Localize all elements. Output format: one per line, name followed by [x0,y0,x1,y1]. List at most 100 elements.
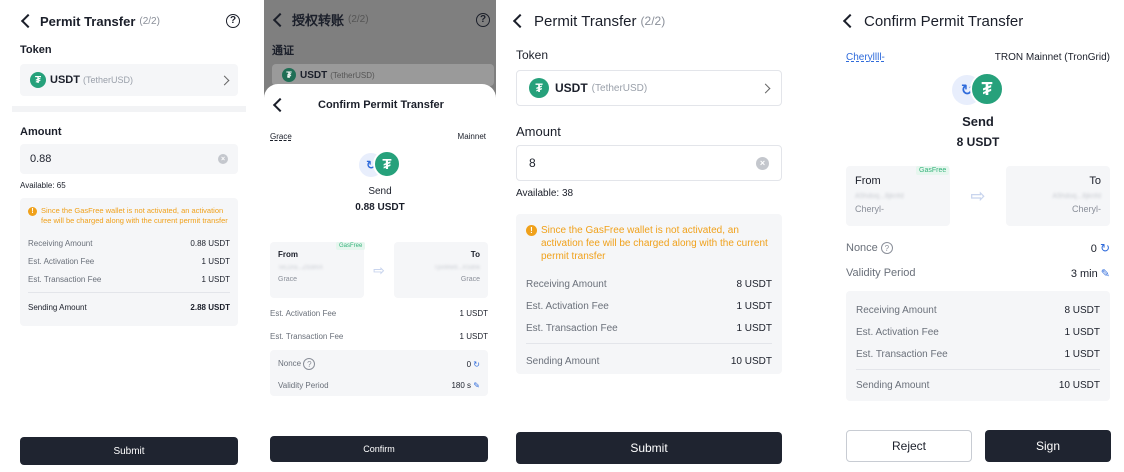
panel-confirm-sheet: 授权转账 (2/2) ? 通证 ₮ USDT (TetherUSD) Confi… [264,0,496,472]
to-card: To TpxWw9...XSdnk Grace [393,242,488,298]
amount-label: Amount [516,124,561,139]
submit-button[interactable]: Submit [516,432,782,464]
help-icon[interactable]: ? [880,242,893,255]
tether-icon: ₮ [30,72,46,88]
from-card: From A5hdoq...8jknfd Cheryl- [846,166,950,226]
validity-row: Validity Period 180 s ✎ [278,376,480,394]
arrow-right-icon: ⇨ [373,261,385,278]
help-icon: ? [476,12,490,27]
step-indicator: (2/2) [348,14,369,25]
fee-row: Est. Transaction Fee 1 USDT [856,348,1100,360]
amount-value: 8 [529,156,536,170]
page-title: 授权转账 [292,13,345,28]
to-address: A5hdoq...8jknfd [1052,193,1101,200]
amount-input[interactable]: 0.88 × [20,144,238,174]
edit-icon[interactable]: ✎ [1101,268,1110,280]
tether-icon: ₮ [282,68,296,82]
fee-row: Est. Transaction Fee 1 USDT [28,274,230,284]
back-icon[interactable] [840,12,858,30]
to-card: To A5hdoq...8jknfd Cheryl- [1006,166,1110,226]
token-label: Token [516,48,549,62]
tether-icon: ₮ [529,78,549,98]
from-address: TeLDra...ZfzdmX [278,265,324,271]
panel-permit-transfer-small: Permit Transfer (2/2) ? Token ₮ USDT (Te… [12,0,246,472]
amount-input[interactable]: 8 × [516,145,782,181]
submit-button[interactable]: Submit [20,437,238,465]
help-icon[interactable]: ? [226,14,240,28]
fee-row: Receiving Amount 8 USDT [526,278,772,290]
refresh-icon[interactable]: ↻ [1100,241,1110,255]
panel-permit-transfer-large: Permit Transfer (2/2) Token ₮ USDT (Teth… [508,0,790,472]
reject-button[interactable]: Reject [846,430,972,462]
fee-summary: Receiving Amount 8 USDT Est. Activation F… [846,291,1110,401]
gasfree-badge: GasFree [916,166,950,175]
from-label: From [278,250,298,259]
fee-summary: ! Since the GasFree wallet is not activa… [516,214,782,374]
back-icon[interactable] [18,12,36,30]
send-amount: 8 USDT [956,135,1000,149]
token-name: (TetherUSD) [82,75,133,85]
fee-summary: ! Since the GasFree wallet is not activa… [20,198,238,326]
token-name: (TetherUSD) [591,82,648,94]
divider [856,369,1100,370]
token-label: 通证 [272,45,294,57]
clear-icon[interactable]: × [218,154,228,164]
help-icon[interactable]: ? [303,358,316,370]
page-title: Permit Transfer [40,13,136,29]
tether-icon: ₮ [970,72,1004,106]
warning-icon: ! [28,207,37,216]
sign-button[interactable]: Sign [985,430,1111,462]
step-indicator: (2/2) [640,14,666,28]
fee-row: Est. Transaction Fee 1 USDT [526,322,772,334]
hero-icons: ↻ ₮ [357,150,403,180]
validity-label: Validity Period [846,267,916,279]
account-name[interactable]: Grace [270,132,292,141]
fee-row: Est. Transaction Fee 1 USDT [270,331,488,341]
validity-value: 180 s [451,380,472,390]
chevron-right-icon [219,75,230,85]
refresh-icon[interactable]: ↻ [473,360,480,369]
edit-icon[interactable]: ✎ [473,381,480,390]
activation-warning: ! Since the GasFree wallet is not activa… [526,224,772,263]
back-icon[interactable] [510,12,528,30]
validity-value: 3 min [1070,267,1098,280]
fee-row: Est. Activation Fee 1 USDT [270,308,488,318]
from-to: From A5hdoq...8jknfd Cheryl- GasFree ⇨ T… [846,166,1110,226]
amount-label: Amount [20,126,62,138]
nonce-value: 0 [466,359,472,369]
sending-amount-row: Sending Amount 10 USDT [856,379,1100,391]
confirm-sheet: Confirm Permit Transfer Grace Mainnet ↻ … [264,84,496,472]
warning-icon: ! [526,225,537,236]
page-title: Permit Transfer [534,12,637,30]
account-name[interactable]: Cheryllll- [846,52,885,63]
step-indicator: (2/2) [139,15,160,27]
section-divider [12,106,246,112]
send-amount: 0.88 USDT [355,202,405,213]
back-icon[interactable] [270,96,288,114]
nonce-label: Nonce [278,359,302,369]
confirm-button[interactable]: Confirm [270,436,488,462]
send-label: Send [368,186,392,197]
clear-icon[interactable]: × [756,156,769,170]
hero-icons: ↻ ₮ [950,72,1006,108]
token-selector[interactable]: ₮ USDT (TetherUSD) [516,70,782,106]
sending-amount-row: Sending Amount 2.88 USDT [28,302,230,312]
from-address: A5hdoq...8jknfd [855,193,904,200]
nonce-value: 0 [1090,243,1097,255]
from-to: From TeLDra...ZfzdmX Grace GasFree ⇨ To … [270,242,488,298]
fee-row: Est. Activation Fee 1 USDT [28,256,230,266]
back-icon [270,11,288,29]
nonce-row: Nonce ? 0 ↻ [846,240,1110,256]
from-label: From [855,175,881,187]
tether-icon: ₮ [373,150,401,178]
token-selector[interactable]: ₮ USDT (TetherUSD) [20,64,238,96]
validity-label: Validity Period [278,380,329,390]
to-name: Grace [460,276,480,283]
available-balance: Available: 38 [516,188,574,199]
validity-row: Validity Period 3 min ✎ [846,265,1110,281]
nonce-validity-box: Nonce ? 0 ↻ Validity Period 180 s ✎ [270,350,488,396]
page-title: Confirm Permit Transfer [864,12,1024,30]
amount-value: 0.88 [30,153,52,165]
gasfree-badge: GasFree [336,242,366,250]
panel-confirm-full: Confirm Permit Transfer Cheryllll- TRON … [838,0,1118,472]
